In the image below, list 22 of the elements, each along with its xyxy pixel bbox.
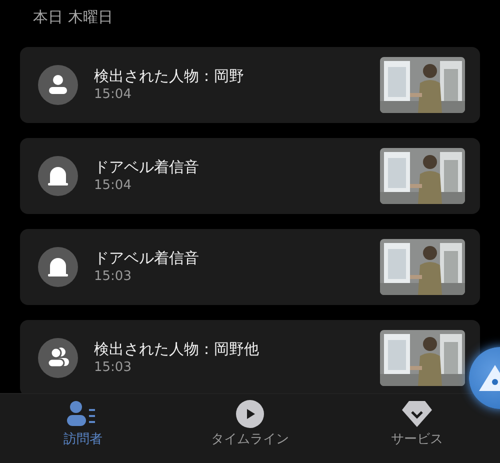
event-title: 検出された人物：岡野他 [94, 339, 260, 359]
event-time: 15:03 [94, 359, 132, 377]
play-icon [236, 400, 264, 428]
event-title: ドアベル着信音 [94, 157, 200, 177]
nav-tab[interactable]: タイムライン [167, 394, 333, 463]
nav-tab[interactable]: 訪問者 [0, 394, 166, 463]
event-title: 検出された人物：岡野 [94, 66, 245, 86]
people-icon [38, 338, 78, 378]
event-time: 15:04 [94, 86, 132, 104]
event-time: 15:04 [94, 177, 132, 195]
event-card[interactable]: 検出された人物：岡野 15:04 [20, 47, 480, 123]
event-time: 15:03 [94, 268, 132, 286]
event-title: ドアベル着信音 [94, 248, 200, 268]
event-card[interactable]: ドアベル着信音 15:03 [20, 229, 480, 305]
event-card[interactable]: ドアベル着信音 15:04 [20, 138, 480, 214]
person-icon [38, 65, 78, 105]
nav-tab[interactable]: サービス [334, 394, 500, 463]
bell-icon [38, 247, 78, 287]
event-card[interactable]: 検出された人物：岡野他 15:03 [20, 320, 480, 396]
bell-icon [38, 156, 78, 196]
diamond-icon [401, 400, 433, 428]
date-heading: 本日 木曜日 [32, 7, 114, 28]
